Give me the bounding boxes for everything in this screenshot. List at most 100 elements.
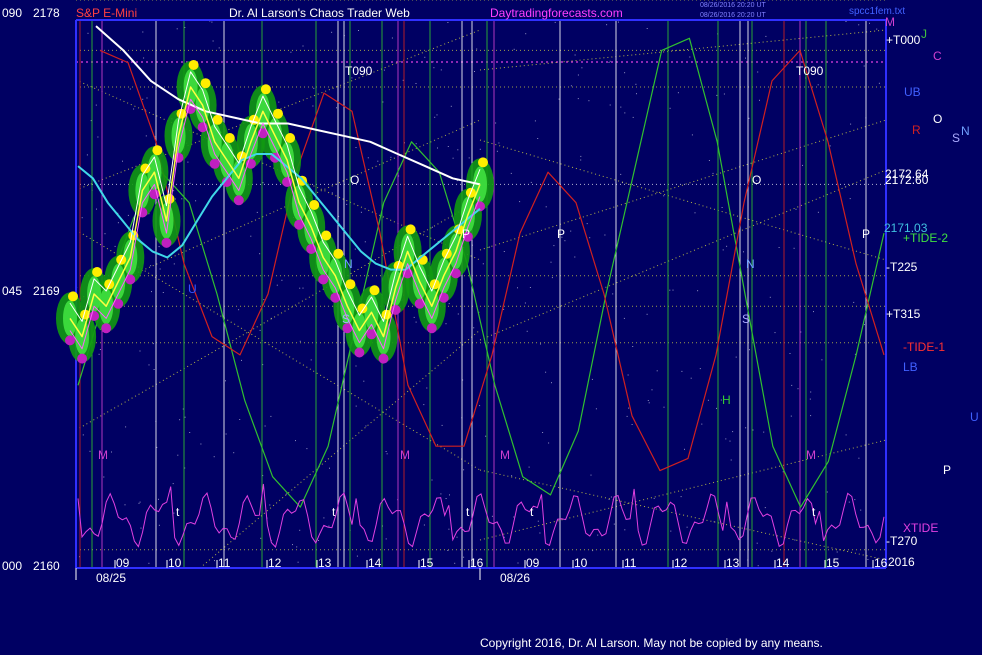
label-s: S: [952, 131, 960, 145]
background-dot: [726, 245, 728, 247]
background-dot: [743, 251, 744, 253]
background-dot: [686, 526, 688, 528]
background-dot: [436, 114, 438, 116]
label-tide1: -TIDE-1: [903, 340, 945, 354]
background-dot: [385, 538, 387, 540]
background-dot: [448, 303, 450, 305]
high-dot: [200, 78, 211, 89]
background-dot: [759, 99, 760, 101]
background-dot: [457, 149, 459, 151]
background-dot: [503, 308, 505, 310]
background-dot: [528, 466, 530, 468]
background-dot: [548, 442, 550, 444]
background-dot: [450, 105, 452, 107]
label-tide2: +TIDE-2: [903, 231, 948, 245]
left-code-mid: 045: [2, 284, 22, 298]
background-dot: [241, 359, 242, 361]
background-dot: [133, 108, 135, 110]
background-dot: [377, 160, 379, 162]
background-dot: [577, 74, 579, 76]
background-dot: [791, 384, 793, 386]
background-dot: [452, 157, 454, 159]
left-price-top: 2178: [33, 6, 60, 20]
background-dot: [448, 528, 450, 530]
background-dot: [632, 346, 634, 347]
background-dot: [723, 93, 725, 95]
background-dot: [423, 524, 425, 526]
background-dot: [550, 261, 552, 263]
background-dot: [624, 529, 626, 531]
background-dot: [802, 164, 803, 166]
background-dot: [173, 263, 175, 265]
background-dot: [433, 67, 435, 69]
background-dot: [597, 534, 599, 536]
high-dot: [369, 285, 380, 296]
background-dot: [479, 148, 481, 150]
background-dot: [672, 289, 674, 291]
background-dot: [677, 92, 679, 94]
chart-marker-label: M: [400, 448, 410, 462]
background-dot: [173, 512, 175, 514]
background-dot: [691, 134, 693, 136]
background-dot: [228, 548, 230, 549]
background-dot: [745, 57, 746, 59]
background-dot: [189, 432, 191, 433]
background-dot: [424, 56, 426, 58]
left-code-bottom: 000: [2, 559, 22, 573]
background-dot: [218, 47, 220, 49]
left-price-bottom: 2160: [33, 559, 60, 573]
high-dot: [478, 157, 488, 168]
background-dot: [646, 313, 648, 315]
background-dot: [299, 340, 301, 342]
background-dot: [853, 301, 855, 303]
background-dot: [496, 150, 498, 152]
background-dot: [708, 160, 710, 161]
background-dot: [127, 214, 129, 216]
background-dot: [363, 380, 365, 382]
background-dot: [525, 33, 527, 35]
background-dot: [863, 65, 865, 67]
background-dot: [757, 71, 759, 73]
background-dot: [624, 112, 626, 114]
background-dot: [570, 85, 572, 87]
background-dot: [449, 494, 450, 496]
timestamp-2: 08/26/2016 20:20 UT: [700, 12, 766, 19]
x-tick-label: 10: [574, 556, 588, 570]
background-dot: [707, 399, 709, 401]
background-dot: [623, 317, 625, 319]
background-dot: [117, 222, 119, 224]
background-dot: [468, 157, 470, 159]
background-dot: [256, 211, 258, 213]
background-dot: [863, 324, 865, 326]
background-dot: [97, 136, 99, 138]
chart-svg: T090 T090O OPP PN NS SUHM M M Mt t t t t 090 2178 S&…: [0, 0, 982, 650]
background-dot: [689, 56, 691, 58]
background-dot: [296, 546, 298, 548]
background-dot: [323, 517, 325, 519]
background-dot: [150, 265, 152, 267]
background-dot: [264, 425, 266, 427]
background-dot: [829, 145, 831, 147]
background-dot: [331, 31, 333, 33]
background-dot: [517, 562, 519, 564]
background-dot: [328, 525, 330, 527]
background-dot: [479, 405, 481, 407]
site-link[interactable]: Daytradingforecasts.com: [490, 6, 623, 20]
background-dot: [189, 182, 191, 184]
background-dot: [124, 504, 126, 506]
background-dot: [259, 253, 261, 255]
background-dot: [848, 501, 850, 503]
background-dot: [212, 40, 214, 42]
chart-marker-label: M: [500, 448, 510, 462]
background-dot: [457, 313, 459, 315]
background-dot: [225, 380, 226, 382]
background-dot: [513, 48, 515, 50]
high-dot: [260, 84, 271, 95]
background-dot: [620, 106, 622, 108]
background-dot: [179, 419, 181, 421]
background-dot: [491, 515, 493, 517]
background-dot: [540, 343, 541, 345]
background-dot: [845, 21, 847, 22]
background-dot: [663, 195, 665, 197]
label-ub: UB: [904, 85, 921, 99]
